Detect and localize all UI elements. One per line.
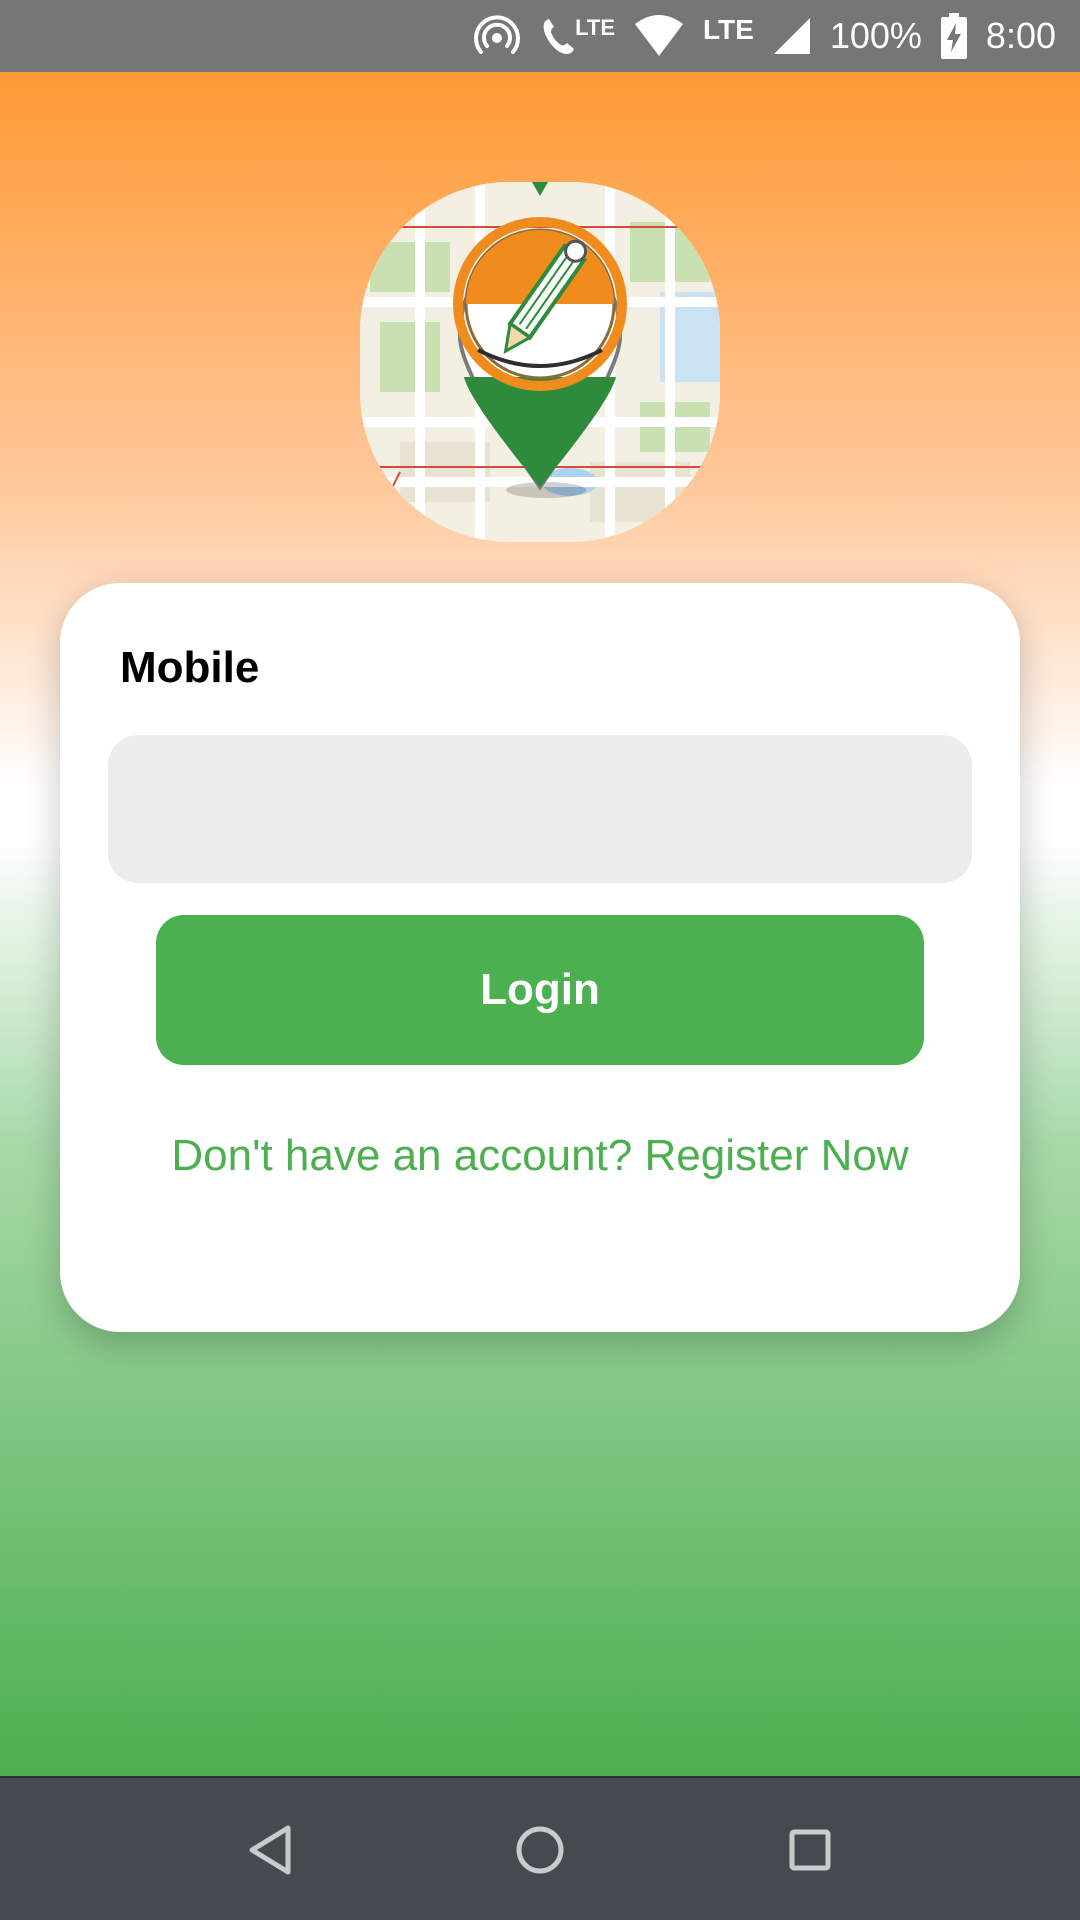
signal-icon [772, 16, 812, 56]
navigation-bar [0, 1776, 1080, 1920]
app-logo [360, 182, 720, 542]
hotspot-icon [473, 12, 521, 60]
clock: 8:00 [985, 15, 1056, 56]
battery-charging-icon [940, 12, 968, 60]
map-pin-pencil-logo [360, 182, 720, 542]
battery-percent: 100% [829, 15, 922, 56]
status-bar: LTE LTE 100% 8:00 [0, 0, 1080, 72]
wifi-icon [633, 14, 685, 58]
home-button[interactable] [504, 1814, 576, 1886]
login-card: Mobile Login Don't have an account? Regi… [60, 583, 1020, 1332]
recents-button[interactable] [774, 1814, 846, 1886]
back-button[interactable] [234, 1814, 306, 1886]
login-button[interactable]: Login [156, 915, 924, 1065]
back-triangle-icon [249, 1825, 291, 1875]
register-link[interactable]: Don't have an account? Register Now [60, 1131, 1020, 1181]
lte-call-label: LTE [575, 15, 616, 40]
lte-call-icon: LTE [539, 14, 615, 58]
login-screen: LTE LTE 100% 8:00 Mobile Login Don't hav… [0, 0, 1080, 1920]
mobile-input[interactable] [108, 735, 972, 883]
lte-indicator: LTE [703, 14, 754, 52]
recents-square-icon [789, 1829, 831, 1871]
mobile-label: Mobile [120, 643, 260, 692]
home-circle-icon [516, 1826, 564, 1874]
lte-label: LTE [703, 14, 754, 45]
